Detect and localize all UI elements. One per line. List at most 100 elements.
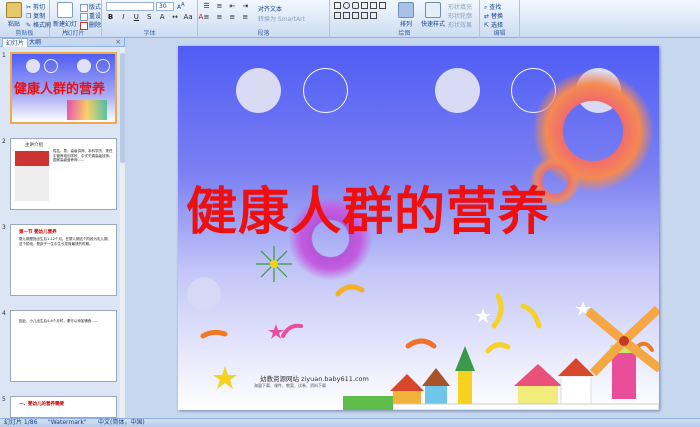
slide-number: 1 <box>2 52 6 59</box>
arrange-button[interactable]: 排列 <box>394 2 418 28</box>
panel-tabs: 幻灯片 大纲 × <box>0 38 124 47</box>
copy-button[interactable]: ❐ 复制 <box>26 11 45 20</box>
current-slide[interactable]: 健康人群的营养 幼教资源网站 ziyuan.baby611.com 海量下载、课… <box>178 46 659 410</box>
underline-button[interactable]: U <box>132 13 141 22</box>
rounded-rect-icon <box>352 2 359 9</box>
font-name-box[interactable] <box>106 2 154 11</box>
slide-thumbnail-3[interactable]: 3 第一节 婴幼儿营养 婴儿期是指出生后1-12个月。在婴儿期这个阶段为乳儿期，… <box>0 224 120 300</box>
list-row: ☰ ≡ ⇤ ⇥ <box>202 2 252 11</box>
format-row: B I U S A ↔ Aa A <box>106 13 207 22</box>
thumb-circle <box>96 59 110 73</box>
italic-button[interactable]: I <box>119 13 128 22</box>
font-size-box[interactable]: 30 <box>156 2 174 11</box>
thumb-heading: 一、婴幼儿的营养需要 <box>19 402 64 407</box>
drawing-label: 绘图 <box>398 30 411 37</box>
align-center-button[interactable]: ≡ <box>215 13 224 22</box>
clipboard-group: 粘贴 ✂ 剪切 ❐ 复制 ✎ 格式刷 剪贴板 <box>0 0 51 38</box>
star-shape-icon <box>379 2 386 9</box>
fence <box>357 403 659 410</box>
theme-name: "Watermark" <box>48 419 87 426</box>
quick-styles-button[interactable]: 快速样式 <box>420 2 446 28</box>
convert-smartart-button[interactable]: 转换为 SmartArt <box>258 14 305 23</box>
slides-group: 新建幻灯片 版式 重设 删除 幻灯片 <box>50 0 102 38</box>
slide-thumbnail-5[interactable]: 5 一、婴幼儿的营养需要 <box>0 396 120 418</box>
slide-thumbnail-4[interactable]: 4 因此，小儿出生后4-6个月时，便可以添加辅食…… <box>0 310 120 386</box>
align-left-button[interactable]: ≡ <box>202 13 211 22</box>
ribbon: 粘贴 ✂ 剪切 ❐ 复制 ✎ 格式刷 剪贴板 新建幻灯片 版式 重设 删除 幻灯… <box>0 0 700 38</box>
shapes-gallery[interactable] <box>334 2 388 9</box>
arrow-shape-icon <box>370 2 377 9</box>
numbering-button[interactable]: ≡ <box>215 2 224 11</box>
editing-group: ⌕ 查找 ⇄ 替换 ⇱ 选择 编辑 <box>480 0 520 38</box>
align-right-button[interactable]: ≡ <box>228 13 237 22</box>
slide-thumbnail-2[interactable]: 2 主讲介绍 姓名、男、高级讲师、本科学历，现任中营养培训学校、中式烹调高级技师… <box>0 138 120 214</box>
close-icon[interactable]: × <box>115 38 121 47</box>
more-shapes-icon <box>370 12 377 19</box>
font-label: 字体 <box>143 30 156 37</box>
case-button[interactable]: Aa <box>184 13 193 22</box>
shapes-gallery-row2[interactable] <box>334 12 379 19</box>
slide-number: 3 <box>2 224 6 231</box>
bold-button[interactable]: B <box>106 13 115 22</box>
ribbon-streamer <box>520 303 542 329</box>
paragraph-label: 段落 <box>257 30 270 37</box>
thumbnail-image: 第一节 婴幼儿营养 婴儿期是指出生后1-12个月。在婴儿期这个阶段为乳儿期，这个… <box>10 224 117 296</box>
thumbnail-image: 主讲介绍 姓名、男、高级讲师、本科学历，现任中营养培训学校、中式烹调高级技师、国… <box>10 138 117 210</box>
scrollbar-thumb[interactable] <box>120 53 125 163</box>
ribbon-streamer <box>335 284 365 297</box>
bullets-button[interactable]: ☰ <box>202 2 211 11</box>
shadow-button[interactable]: A <box>158 13 167 22</box>
thumb-title: 健康人群的营养 <box>14 82 106 97</box>
cut-button[interactable]: ✂ 剪切 <box>26 2 45 11</box>
star-icon <box>213 366 237 389</box>
slide-work-area: 健康人群的营养 幼教资源网站 ziyuan.baby611.com 海量下载、课… <box>126 38 700 418</box>
bracket-icon <box>361 12 368 19</box>
slide-thumbnail-1[interactable]: 1 健康人群的营养 <box>0 52 120 128</box>
watermark-text: 幼教资源网站 ziyuan.baby611.com <box>260 375 369 383</box>
triangle-icon <box>361 2 368 9</box>
grow-font-button[interactable]: AA <box>177 2 185 11</box>
thumbnail-image: 健康人群的营养 <box>10 52 117 124</box>
clipboard-label: 剪贴板 <box>15 30 34 37</box>
strikethrough-button[interactable]: S <box>145 13 154 22</box>
increase-indent-button[interactable]: ⇥ <box>241 2 250 11</box>
new-slide-icon <box>57 2 73 18</box>
slide-count: 幻灯片 1/86 <box>4 419 38 426</box>
star-icon <box>475 308 491 323</box>
paste-icon <box>6 2 22 18</box>
slide-number: 5 <box>2 396 6 403</box>
brace-icon <box>352 12 359 19</box>
bubble <box>187 277 221 311</box>
align-text-button[interactable]: 对齐文本 <box>258 4 282 13</box>
replace-button[interactable]: ⇄ 替换 <box>484 11 503 20</box>
ribbon-streamer <box>281 323 303 338</box>
green-firework <box>256 246 292 282</box>
justify-button[interactable]: ≡ <box>241 13 250 22</box>
watermark-subtext: 海量下载、课件、教案、试卷、资料下载 <box>254 383 326 388</box>
arrange-icon <box>398 2 414 18</box>
paragraph-group: ☰ ≡ ⇤ ⇥ ≡ ≡ ≡ ≡ 对齐文本 转换为 SmartArt 段落 <box>198 0 330 38</box>
ribbon-streamer <box>405 338 437 349</box>
panel-scrollbar[interactable] <box>120 47 125 418</box>
paste-button[interactable]: 粘贴 <box>2 2 26 28</box>
thumb-circle <box>26 59 40 73</box>
shape-fill-button[interactable]: 形状填充 <box>448 2 472 11</box>
tab-outline[interactable]: 大纲 <box>26 38 44 47</box>
windmill <box>585 305 659 399</box>
thumb-heading: 第一节 婴幼儿营养 <box>19 230 57 235</box>
rectangle-icon <box>334 2 341 9</box>
quick-styles-icon <box>425 2 441 18</box>
oval-icon <box>343 2 350 9</box>
slides-label: 幻灯片 <box>66 30 85 37</box>
decrease-indent-button[interactable]: ⇤ <box>228 2 237 11</box>
slide-number: 4 <box>2 310 6 317</box>
language[interactable]: 中文(简体，中国) <box>98 419 145 427</box>
tab-slides[interactable]: 幻灯片 <box>2 38 29 47</box>
align-row: ≡ ≡ ≡ ≡ <box>202 13 252 22</box>
line-icon <box>334 12 341 19</box>
shape-outline-button[interactable]: 形状轮廓 <box>448 11 472 20</box>
chef-photo <box>15 151 49 201</box>
ribbon-streamer <box>200 329 228 339</box>
spacing-button[interactable]: ↔ <box>171 13 180 22</box>
thumb-text: 因此，小儿出生后4-6个月时，便可以添加辅食…… <box>19 319 99 323</box>
